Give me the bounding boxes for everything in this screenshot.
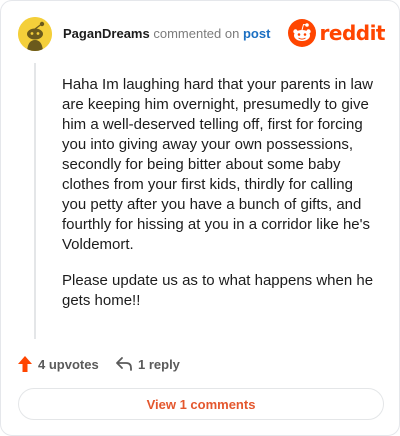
thread-line	[34, 63, 36, 339]
upvote-arrow-icon	[18, 356, 32, 372]
upvote-button[interactable]: 4 upvotes	[17, 353, 99, 375]
avatar[interactable]	[18, 17, 52, 51]
comment-card: PaganDreams commented on post reddit Hah…	[0, 0, 400, 436]
upvote-count: 4 upvotes	[38, 356, 99, 372]
reddit-wordmark: reddit	[319, 21, 386, 45]
comment-actions: 4 upvotes 1 reply	[17, 353, 387, 375]
view-comments-button[interactable]: View 1 comments	[18, 388, 384, 420]
reddit-brand[interactable]: reddit	[287, 18, 386, 48]
reply-arrow-icon	[116, 357, 132, 371]
comment-paragraph: Haha Im laughing hard that your parents …	[62, 76, 374, 253]
comment-meta: PaganDreams commented on post	[63, 26, 270, 42]
username[interactable]: PaganDreams	[63, 26, 150, 41]
reddit-logo-icon	[287, 19, 316, 47]
post-link[interactable]: post	[243, 26, 270, 41]
comment-header: PaganDreams commented on post reddit	[18, 17, 388, 51]
reply-button[interactable]: 1 reply	[115, 353, 180, 375]
avatar-snoo-icon	[18, 17, 52, 51]
action-text: commented on	[153, 26, 240, 41]
comment-paragraph: Please update us as to what happens when…	[62, 272, 374, 309]
comment-body: Haha Im laughing hard that your parents …	[62, 75, 380, 327]
reply-count: 1 reply	[138, 356, 180, 372]
